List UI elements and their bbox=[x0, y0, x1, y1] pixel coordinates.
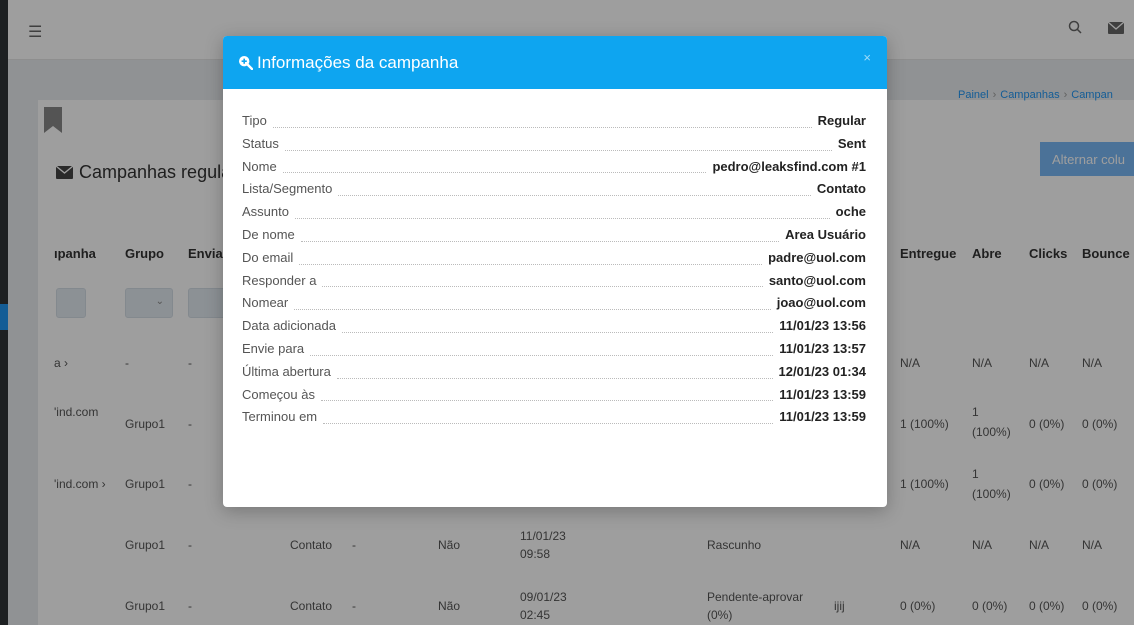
info-label: Assunto bbox=[242, 204, 289, 220]
info-row-nome: Nome pedro@leaksfind.com #1 bbox=[242, 159, 866, 182]
info-row-lista: Lista/Segmento Contato bbox=[242, 181, 866, 204]
modal-title: Informações da campanha bbox=[238, 53, 458, 73]
close-icon[interactable]: × bbox=[863, 50, 871, 65]
info-row-comecou-as: Começou às 11/01/23 13:59 bbox=[242, 387, 866, 410]
dotted-leader bbox=[294, 218, 830, 220]
info-row-envie-para: Envie para 11/01/23 13:57 bbox=[242, 341, 866, 364]
info-label: Começou às bbox=[242, 386, 315, 402]
info-row-status: Status Sent bbox=[242, 136, 866, 159]
info-label: Status bbox=[242, 135, 279, 151]
info-row-nomear: Nomear joao@uol.com bbox=[242, 295, 866, 318]
dotted-leader bbox=[338, 195, 811, 197]
info-value: Regular bbox=[817, 113, 866, 128]
info-row-ultima-abertura: Última abertura 12/01/23 01:34 bbox=[242, 364, 866, 387]
info-row-assunto: Assunto oche bbox=[242, 204, 866, 227]
dotted-leader bbox=[336, 377, 773, 379]
info-row-de-nome: De nome Area Usuário bbox=[242, 227, 866, 250]
info-value: 11/01/23 13:57 bbox=[779, 340, 866, 356]
info-row-responder-a: Responder a santo@uol.com bbox=[242, 273, 866, 296]
info-value: oche bbox=[835, 204, 866, 220]
dotted-leader bbox=[299, 263, 763, 265]
info-value: padre@uol.com bbox=[768, 249, 866, 265]
info-value: Area Usuário bbox=[785, 226, 866, 242]
info-value: santo@uol.com bbox=[768, 272, 866, 288]
info-label: Envie para bbox=[242, 340, 305, 356]
modal-title-text: Informações da campanha bbox=[257, 53, 459, 72]
info-value: Contato bbox=[816, 181, 866, 197]
dotted-leader bbox=[300, 240, 780, 242]
info-label: Do email bbox=[242, 249, 294, 265]
dotted-leader bbox=[282, 172, 707, 174]
info-label: Lista/Segmento bbox=[242, 181, 333, 197]
zoom-in-icon bbox=[239, 56, 253, 70]
dotted-leader bbox=[322, 286, 763, 288]
info-value: 12/01/23 01:34 bbox=[778, 363, 866, 379]
info-value: Sent bbox=[837, 135, 866, 151]
modal-body: Tipo Regular Status Sent Nome pedro@leaksfi… bbox=[223, 89, 887, 432]
dotted-leader bbox=[323, 423, 774, 425]
info-row-do-email: Do email padre@uol.com bbox=[242, 250, 866, 273]
info-label: Última abertura bbox=[242, 363, 331, 379]
info-label: De nome bbox=[242, 226, 295, 242]
info-value: 11/01/23 13:59 bbox=[779, 409, 866, 425]
info-label: Nome bbox=[242, 158, 277, 174]
info-row-tipo: Tipo Regular bbox=[242, 113, 866, 136]
dotted-leader bbox=[272, 126, 812, 128]
info-value: pedro@leaksfind.com #1 bbox=[712, 158, 866, 174]
dotted-leader bbox=[341, 332, 774, 334]
info-row-data-adicionada: Data adicionada 11/01/23 13:56 bbox=[242, 318, 866, 341]
info-label: Responder a bbox=[242, 272, 317, 288]
info-value: 11/01/23 13:59 bbox=[779, 386, 866, 402]
campaign-info-modal: Informações da campanha × Tipo Regular St… bbox=[223, 36, 887, 507]
info-row-terminou-em: Terminou em 11/01/23 13:59 bbox=[242, 409, 866, 432]
info-label: Terminou em bbox=[242, 409, 318, 425]
dotted-leader bbox=[310, 354, 774, 356]
modal-header: Informações da campanha × bbox=[223, 36, 887, 89]
info-label: Data adicionada bbox=[242, 318, 336, 334]
dotted-leader bbox=[320, 400, 774, 402]
dotted-leader bbox=[284, 149, 832, 151]
info-label: Nomear bbox=[242, 295, 289, 311]
info-value: joao@uol.com bbox=[776, 295, 866, 311]
info-value: 11/01/23 13:56 bbox=[779, 318, 866, 334]
dotted-leader bbox=[294, 309, 771, 311]
info-label: Tipo bbox=[242, 113, 267, 128]
